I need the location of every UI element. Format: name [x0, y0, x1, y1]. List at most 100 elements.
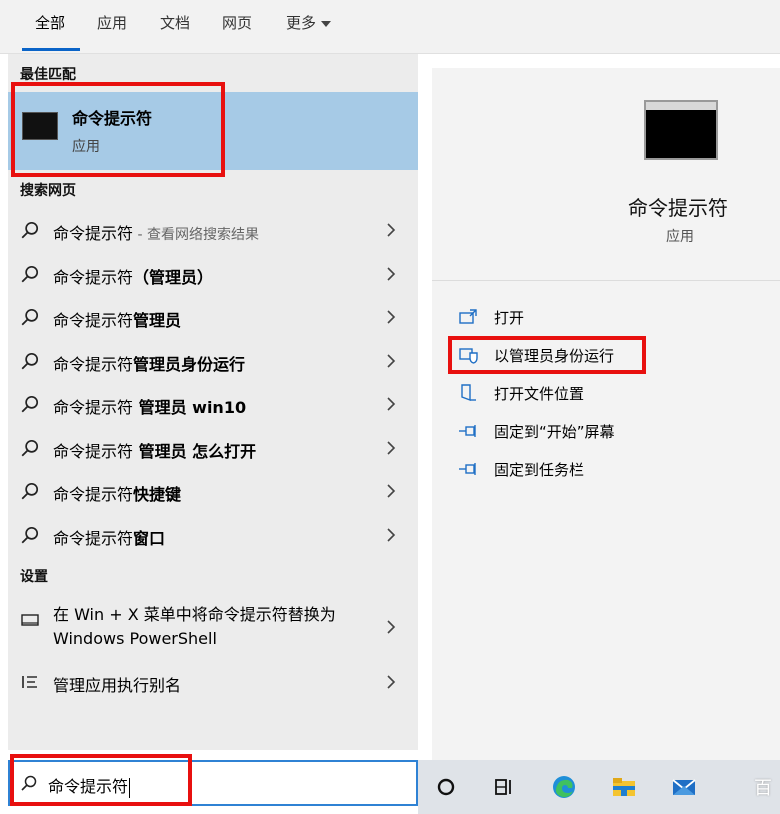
settings-item-aliases[interactable]: 管理应用执行别名 — [8, 662, 418, 702]
search-input-value: 命令提示符 — [48, 777, 129, 796]
web-result-label: 命令提示符管理员 — [53, 307, 181, 331]
action-label: 固定到“开始”屏幕 — [494, 423, 615, 441]
web-result-hint: - 查看网络搜索结果 — [133, 227, 259, 243]
web-result-label: 命令提示符 管理员 怎么打开 — [53, 438, 256, 462]
chevron-right-icon — [387, 440, 396, 455]
web-result-query: 命令提示符 — [53, 311, 134, 330]
cortana-icon[interactable] — [432, 773, 460, 801]
tab-apps[interactable]: 应用 — [97, 12, 127, 33]
chevron-right-icon — [387, 223, 396, 237]
web-result-item[interactable]: 命令提示符 - 查看网络搜索结果 — [8, 210, 418, 250]
action-pin-to-taskbar[interactable]: 固定到任务栏 — [458, 456, 758, 482]
chevron-right-icon — [387, 353, 396, 368]
web-result-item[interactable]: 命令提示符快捷键 — [8, 471, 418, 511]
monitor-icon — [21, 614, 39, 626]
web-result-query: 命令提示符 — [53, 528, 134, 548]
best-match-item[interactable]: 命令提示符 应用 — [8, 92, 418, 170]
shield-icon — [459, 348, 478, 364]
search-icon — [21, 352, 39, 369]
chevron-right-icon — [387, 620, 396, 634]
web-result-query: 命令提示符 — [53, 354, 134, 374]
settings-item-label: 在 Win + X 菜单中将命令提示符替换为 Windows PowerShel… — [53, 605, 336, 648]
web-result-label: 命令提示符管理员身份运行 — [53, 351, 245, 375]
search-icon — [21, 308, 39, 326]
cmd-app-large-icon — [644, 100, 718, 160]
best-match-title: 命令提示符 — [72, 109, 153, 128]
web-result-label: 命令提示符 - 查看网络搜索结果 — [53, 220, 259, 244]
search-box[interactable]: 命令提示符 — [8, 760, 418, 806]
web-result-label: 命令提示符快捷键 — [53, 481, 181, 505]
tab-all[interactable]: 全部 — [35, 12, 65, 33]
section-best-match: 最佳匹配 — [20, 67, 76, 83]
search-icon — [21, 526, 39, 543]
chevron-right-icon — [387, 675, 396, 689]
open-icon — [459, 309, 477, 324]
taskbar: 百 — [418, 760, 780, 814]
search-icon — [21, 265, 39, 282]
web-result-bold: 管理员 — [133, 311, 182, 330]
search-icon — [21, 775, 37, 791]
search-icon — [21, 395, 39, 413]
web-result-item[interactable]: 命令提示符窗口 — [8, 515, 418, 555]
web-result-item[interactable]: 命令提示符管理员 — [8, 297, 418, 337]
action-label: 打开文件位置 — [494, 385, 585, 403]
results-panel: 最佳匹配 命令提示符 应用 搜索网页 命令提示符 - 查看网络搜索结果 命令提示符… — [8, 54, 418, 750]
tab-more-label: 更多 — [286, 14, 317, 32]
detail-divider — [432, 280, 780, 281]
web-result-bold: 管理员 win10 — [133, 398, 247, 417]
list-icon — [22, 676, 37, 688]
search-icon — [21, 221, 39, 239]
chevron-right-icon — [387, 266, 396, 281]
web-result-bold: 快捷键 — [133, 485, 182, 504]
action-run-as-admin[interactable]: 以管理员身份运行 — [458, 342, 758, 368]
text-cursor — [129, 777, 131, 798]
web-result-bold: （管理员） — [133, 267, 214, 287]
action-pin-to-start[interactable]: 固定到“开始”屏幕 — [458, 418, 758, 444]
action-label: 打开 — [494, 309, 525, 327]
action-label: 固定到任务栏 — [494, 461, 585, 479]
pin-icon — [459, 425, 476, 437]
web-result-label: 命令提示符（管理员） — [53, 264, 213, 288]
web-result-query: 命令提示符 — [53, 485, 134, 504]
web-result-query: 命令提示符 — [53, 224, 134, 243]
taskbar-corner-text: 百 — [754, 778, 772, 799]
chevron-down-icon — [321, 20, 332, 27]
web-result-bold: 管理员身份运行 — [133, 354, 246, 374]
search-icon — [21, 439, 39, 456]
edge-browser-icon[interactable] — [550, 773, 578, 801]
tab-documents[interactable]: 文档 — [160, 12, 190, 33]
search-input[interactable]: 命令提示符 — [48, 773, 131, 798]
detail-title: 命令提示符 — [628, 196, 728, 220]
file-explorer-icon[interactable] — [610, 773, 638, 801]
web-result-item[interactable]: 命令提示符管理员身份运行 — [8, 341, 418, 381]
chevron-right-icon — [387, 484, 396, 498]
web-result-item[interactable]: 命令提示符 管理员 怎么打开 — [8, 428, 418, 468]
web-result-query: 命令提示符 — [53, 267, 134, 287]
tab-more[interactable]: 更多 — [286, 12, 332, 33]
web-result-bold: 窗口 — [133, 528, 166, 548]
web-result-label: 命令提示符 管理员 win10 — [53, 394, 246, 418]
section-search-web: 搜索网页 — [20, 183, 76, 199]
chevron-right-icon — [387, 310, 396, 324]
pin-icon — [459, 463, 476, 475]
mail-icon[interactable] — [670, 773, 698, 801]
web-result-item[interactable]: 命令提示符 管理员 win10 — [8, 384, 418, 424]
task-view-icon[interactable] — [490, 773, 518, 801]
chevron-right-icon — [387, 397, 396, 411]
action-label: 以管理员身份运行 — [494, 347, 615, 365]
section-settings: 设置 — [20, 569, 48, 585]
action-open[interactable]: 打开 — [458, 304, 758, 330]
web-result-query: 命令提示符 — [53, 441, 134, 461]
search-tabs: 全部 应用 文档 网页 更多 — [0, 0, 780, 54]
web-result-item[interactable]: 命令提示符（管理员） — [8, 254, 418, 294]
settings-item-label: 管理应用执行别名 — [53, 676, 182, 695]
action-open-file-location[interactable]: 打开文件位置 — [458, 380, 758, 406]
best-match-subtitle: 应用 — [72, 139, 100, 155]
tab-web[interactable]: 网页 — [222, 12, 252, 33]
chevron-right-icon — [387, 527, 396, 542]
detail-panel: 命令提示符 应用 打开 以管理员身份运行 打开文件位置 固定到“开始”屏幕 固定… — [432, 68, 780, 760]
active-tab-indicator — [22, 48, 80, 51]
web-result-query: 命令提示符 — [53, 398, 134, 417]
web-result-label: 命令提示符窗口 — [53, 525, 165, 549]
settings-item-winx[interactable]: 在 Win + X 菜单中将命令提示符替换为 Windows PowerShel… — [8, 600, 418, 654]
